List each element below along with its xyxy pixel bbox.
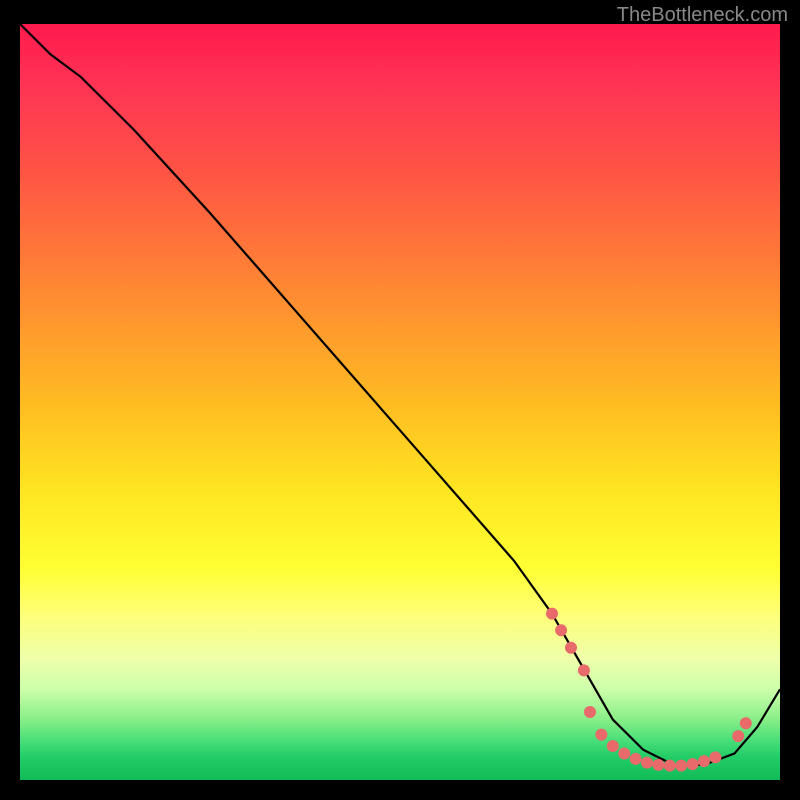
data-marker [595, 729, 607, 741]
data-marker [740, 717, 752, 729]
data-marker [565, 642, 577, 654]
data-marker [618, 748, 630, 760]
chart-plot-area [20, 24, 780, 780]
data-marker [641, 757, 653, 769]
data-marker [555, 624, 567, 636]
data-marker [546, 608, 558, 620]
data-marker [652, 759, 664, 771]
data-marker [630, 753, 642, 765]
data-marker [698, 755, 710, 767]
chart-svg [20, 24, 780, 780]
data-marker [578, 664, 590, 676]
data-marker [687, 758, 699, 770]
markers-group [546, 608, 752, 772]
watermark-text: TheBottleneck.com [617, 4, 788, 27]
data-marker [607, 740, 619, 752]
data-marker [675, 760, 687, 772]
data-marker [664, 760, 676, 772]
data-marker [732, 730, 744, 742]
curve-line [20, 24, 780, 765]
data-marker [709, 751, 721, 763]
data-marker [584, 706, 596, 718]
